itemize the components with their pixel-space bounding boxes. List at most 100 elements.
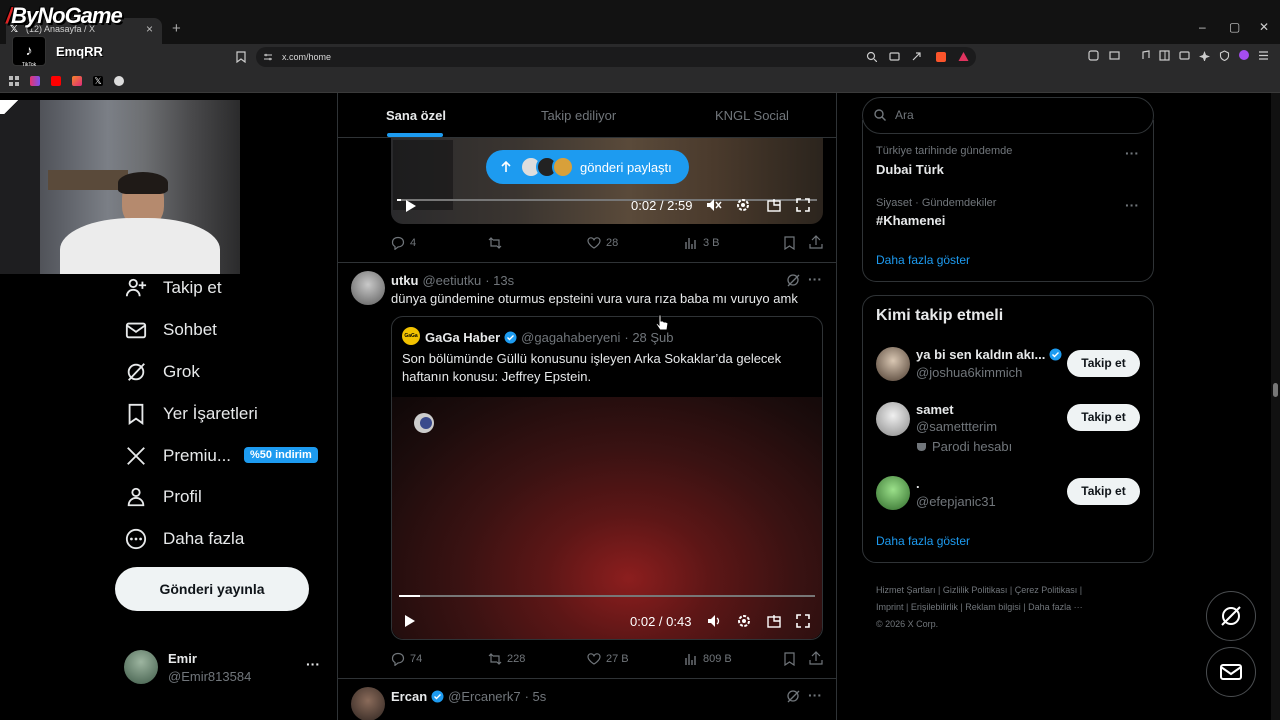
footer-terms[interactable]: Hizmet Şartları: [876, 585, 936, 595]
extensions-icon[interactable]: [1088, 50, 1099, 61]
account-switcher[interactable]: Emir @Emir813584 ···: [124, 650, 324, 690]
reply-button[interactable]: 4: [391, 236, 416, 250]
leo-icon[interactable]: [1199, 50, 1210, 61]
settings-icon[interactable]: [737, 614, 751, 628]
trend-title[interactable]: Dubai Türk: [876, 162, 944, 177]
scrollbar-thumb[interactable]: [1273, 383, 1278, 397]
tab-for-you[interactable]: Sana özel: [386, 108, 446, 123]
new-tab-button[interactable]: +: [172, 20, 181, 37]
views-button[interactable]: 3 B: [684, 236, 720, 250]
nav-follow[interactable]: Takip et: [125, 273, 222, 303]
avatar[interactable]: [876, 402, 910, 436]
nav-chat[interactable]: Sohbet: [125, 315, 217, 345]
follow-show-more[interactable]: Daha fazla göster: [876, 534, 970, 548]
like-button[interactable]: 27 B: [587, 652, 629, 666]
fullscreen-icon[interactable]: [796, 614, 810, 628]
new-posts-toast[interactable]: gönderi paylaştı: [486, 150, 689, 184]
avatar[interactable]: [351, 687, 385, 720]
nav-premium[interactable]: Premiu...: [125, 441, 231, 471]
footer-imprint[interactable]: Imprint: [876, 602, 904, 612]
suggest-name[interactable]: ya bi sen kaldın akı...: [916, 347, 1045, 362]
brave-shield-icon[interactable]: [936, 52, 946, 62]
brave-rewards-icon[interactable]: [958, 51, 969, 62]
settings-icon[interactable]: [736, 198, 750, 212]
kick-bookmark-icon[interactable]: [30, 76, 40, 86]
follow-button[interactable]: Takip et: [1067, 478, 1140, 505]
suggest-name[interactable]: samet: [916, 402, 954, 417]
post-more-icon[interactable]: ···: [808, 687, 822, 703]
follow-button[interactable]: Takip et: [1067, 404, 1140, 431]
grok-explain-icon[interactable]: [786, 689, 800, 703]
scrollbar[interactable]: [1271, 93, 1280, 720]
repost-button[interactable]: 228: [488, 652, 525, 666]
mute-icon[interactable]: [706, 198, 722, 212]
trend-more-icon[interactable]: ···: [1125, 145, 1139, 161]
share-icon[interactable]: [911, 51, 922, 62]
wallet-alt-icon[interactable]: [1179, 50, 1190, 61]
zoom-icon[interactable]: [866, 51, 877, 62]
nav-profile[interactable]: Profil: [125, 482, 202, 512]
footer-ads-info[interactable]: Reklam bilgisi: [965, 602, 1021, 612]
footer-privacy[interactable]: Gizlilik Politikası: [943, 585, 1008, 595]
quote-video[interactable]: 0:02 / 0:43: [392, 397, 822, 639]
trends-show-more[interactable]: Daha fazla göster: [876, 253, 970, 267]
bookmark-post-icon[interactable]: [783, 652, 796, 666]
tab-following[interactable]: Takip ediliyor: [541, 108, 616, 123]
footer-accessibility[interactable]: Erişilebilirlik: [911, 602, 958, 612]
instagram-bookmark-icon[interactable]: [72, 76, 82, 86]
sidebar-icon[interactable]: [1159, 50, 1170, 61]
post-handle[interactable]: @Ercanerk7: [448, 689, 520, 704]
play-icon[interactable]: [405, 199, 417, 213]
footer-cookies[interactable]: Çerez Politikası: [1015, 585, 1078, 595]
apps-grid-icon[interactable]: [9, 76, 19, 86]
menu-icon[interactable]: [1258, 50, 1269, 61]
vpn-icon[interactable]: [1219, 50, 1230, 61]
grok-explain-icon[interactable]: [786, 273, 800, 287]
volume-icon[interactable]: [707, 614, 723, 628]
trend-more-icon[interactable]: ···: [1125, 197, 1139, 213]
suggest-name[interactable]: .: [916, 476, 920, 491]
site-settings-icon[interactable]: [263, 52, 273, 62]
play-icon[interactable]: [404, 614, 416, 628]
maximize-button[interactable]: ▢: [1229, 20, 1240, 34]
share-post-icon[interactable]: [809, 651, 823, 665]
nav-bookmarks[interactable]: Yer İşaretleri: [125, 399, 258, 429]
like-button[interactable]: 28: [587, 236, 618, 250]
post-handle[interactable]: @eetiutku: [422, 273, 481, 288]
post-time[interactable]: · 13s: [485, 273, 514, 288]
post-time[interactable]: · 5s: [525, 689, 547, 704]
fullscreen-icon[interactable]: [796, 198, 810, 212]
brave-menu-icon[interactable]: [1239, 50, 1249, 60]
post-author[interactable]: utku: [391, 273, 418, 288]
window-close-button[interactable]: ✕: [1259, 20, 1269, 34]
post-button[interactable]: Gönderi yayınla: [115, 567, 309, 611]
avatar[interactable]: [351, 271, 385, 305]
repost-button[interactable]: [488, 236, 507, 250]
video-progress-track[interactable]: [399, 595, 815, 597]
post-more-icon[interactable]: ···: [808, 271, 822, 287]
bookmark-page-icon[interactable]: [236, 51, 246, 63]
media-icon[interactable]: [1139, 50, 1150, 61]
pip-icon[interactable]: [767, 198, 781, 212]
pip-icon[interactable]: [767, 614, 781, 628]
wallet-icon[interactable]: [1109, 50, 1120, 61]
tab-kngl-social[interactable]: KNGL Social: [715, 108, 789, 123]
reply-button[interactable]: 74: [391, 652, 422, 666]
tab-close-icon[interactable]: ×: [146, 22, 153, 36]
avatar[interactable]: [876, 347, 910, 381]
youtube-bookmark-icon[interactable]: [51, 76, 61, 86]
avatar[interactable]: [876, 476, 910, 510]
follow-button[interactable]: Takip et: [1067, 350, 1140, 377]
video-progress-track[interactable]: [397, 199, 817, 201]
grok-fab[interactable]: [1206, 591, 1256, 641]
share-post-icon[interactable]: [809, 235, 823, 249]
cast-icon[interactable]: [889, 51, 900, 62]
footer-more[interactable]: Daha fazla ···: [1028, 602, 1083, 612]
trend-title[interactable]: #Khamenei: [876, 213, 945, 228]
account-more-icon[interactable]: ···: [306, 656, 320, 672]
nav-more[interactable]: Daha fazla: [125, 524, 244, 554]
nav-grok[interactable]: Grok: [125, 357, 200, 387]
x-bookmark-icon[interactable]: 𝕏: [93, 76, 103, 86]
post-author[interactable]: Ercan: [391, 689, 427, 704]
other-bookmark-icon[interactable]: [114, 76, 124, 86]
